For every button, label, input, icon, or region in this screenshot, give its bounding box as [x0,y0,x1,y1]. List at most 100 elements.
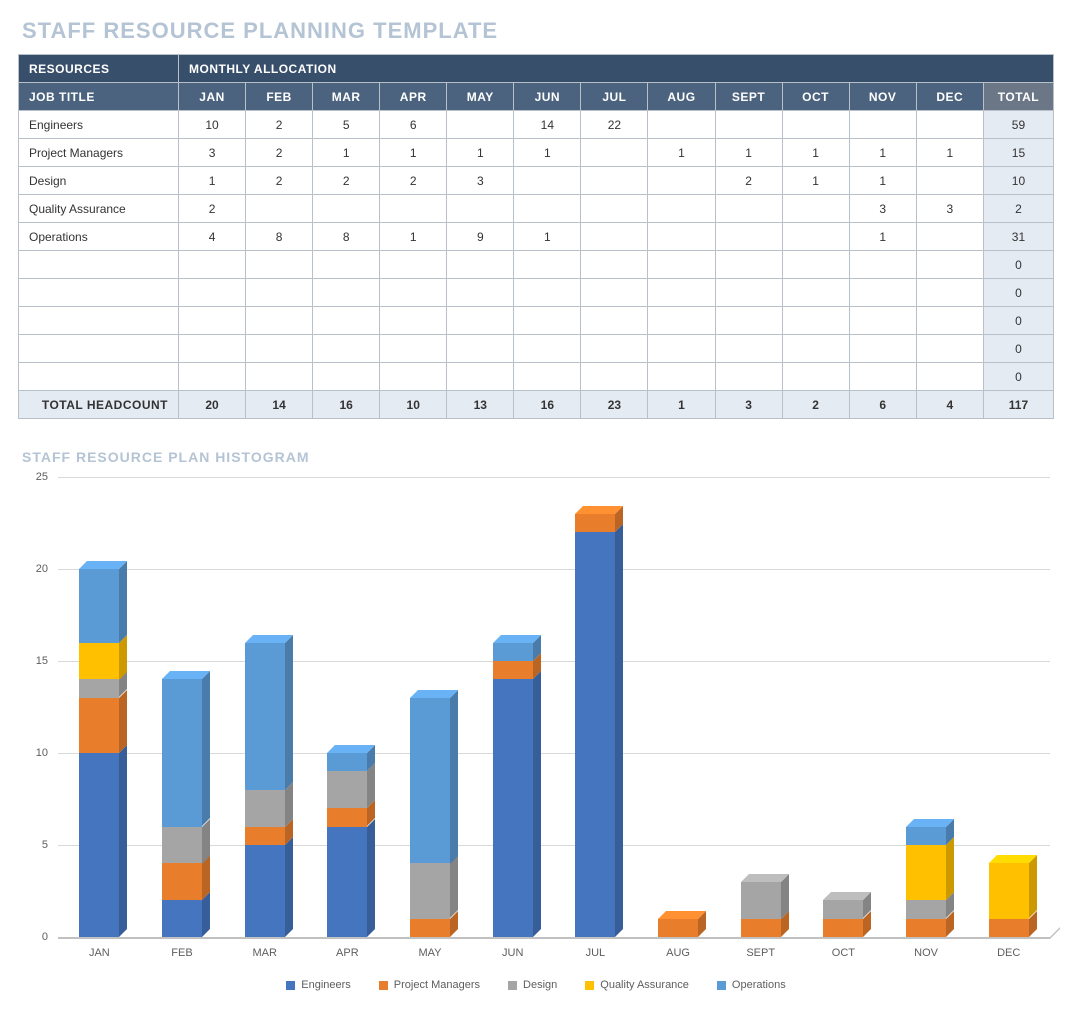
bar-segment [410,863,450,918]
bar-segment [79,679,119,697]
x-axis-label: AUG [637,947,720,959]
legend-item: Engineers [286,979,351,991]
bar-segment [162,900,202,937]
job-title-cell: Project Managers [19,139,179,167]
bar-segment [79,753,119,937]
bar-segment [79,698,119,753]
value-cell [648,111,715,139]
chart-plot-area: 0510152025 [18,477,1054,937]
footer-grand-total: 117 [983,391,1053,419]
bar-segment [79,569,119,643]
job-title-cell [19,335,179,363]
bar-segment [906,900,946,918]
value-cell [581,223,648,251]
header-month: SEPT [715,83,782,111]
value-cell [581,251,648,279]
row-total-cell: 0 [983,363,1053,391]
value-cell: 3 [849,195,916,223]
legend-swatch [508,981,517,990]
header-month: APR [380,83,447,111]
bar-segment [823,900,863,918]
stacked-bar [658,919,698,937]
value-cell: 1 [916,139,983,167]
table-row: 0 [19,335,1054,363]
table-row: Project Managers3211111111115 [19,139,1054,167]
value-cell: 5 [313,111,380,139]
bar-column [223,477,306,937]
value-cell: 2 [246,139,313,167]
stacked-bar [989,863,1029,937]
row-total-cell: 59 [983,111,1053,139]
value-cell [715,251,782,279]
header-month: OCT [782,83,849,111]
value-cell: 1 [380,223,447,251]
footer-value-cell: 13 [447,391,514,419]
bar-column [719,477,802,937]
value-cell [313,251,380,279]
row-total-cell: 0 [983,307,1053,335]
value-cell: 1 [849,167,916,195]
table-row: Engineers10256142259 [19,111,1054,139]
bars-container [58,477,1050,937]
value-cell [246,279,313,307]
bar-column [554,477,637,937]
value-cell: 22 [581,111,648,139]
value-cell: 1 [782,139,849,167]
legend-label: Quality Assurance [600,979,689,991]
value-cell [916,111,983,139]
footer-value-cell: 16 [313,391,380,419]
value-cell: 4 [179,223,246,251]
value-cell: 1 [447,139,514,167]
bar-segment [327,753,367,771]
value-cell [313,335,380,363]
table-footer-row: TOTAL HEADCOUNT 2014161013162313264117 [19,391,1054,419]
value-cell: 1 [313,139,380,167]
value-cell [782,251,849,279]
table-row: Quality Assurance2332 [19,195,1054,223]
bar-segment [575,532,615,937]
value-cell [447,111,514,139]
bar-column [58,477,141,937]
bar-segment [989,919,1029,937]
value-cell [380,307,447,335]
chart: 0510152025 JANFEBMARAPRMAYJUNJULAUGSEPTO… [18,477,1054,991]
value-cell: 1 [849,223,916,251]
value-cell [514,279,581,307]
value-cell [782,363,849,391]
value-cell: 2 [715,167,782,195]
bar-segment [245,643,285,790]
value-cell [179,335,246,363]
header-month: JAN [179,83,246,111]
header-month: MAR [313,83,380,111]
x-axis-label: APR [306,947,389,959]
value-cell [648,251,715,279]
value-cell [715,111,782,139]
bar-segment [245,845,285,937]
x-axis-label: JUL [554,947,637,959]
page-title: STAFF RESOURCE PLANNING TEMPLATE [22,18,1056,44]
legend-swatch [379,981,388,990]
value-cell [380,251,447,279]
legend-item: Project Managers [379,979,480,991]
value-cell [514,307,581,335]
row-total-cell: 0 [983,279,1053,307]
bar-segment [989,863,1029,918]
bar-segment [493,661,533,679]
value-cell [782,223,849,251]
bar-column [471,477,554,937]
header-month: JUN [514,83,581,111]
value-cell [514,167,581,195]
legend-swatch [286,981,295,990]
table-row: 0 [19,251,1054,279]
footer-label: TOTAL HEADCOUNT [19,391,179,419]
value-cell: 8 [313,223,380,251]
header-monthly-allocation: MONTHLY ALLOCATION [179,55,1054,83]
bar-column [306,477,389,937]
footer-value-cell: 10 [380,391,447,419]
footer-value-cell: 16 [514,391,581,419]
value-cell [514,195,581,223]
value-cell [179,307,246,335]
value-cell [581,307,648,335]
value-cell: 2 [179,195,246,223]
table-body: Engineers10256142259Project Managers3211… [19,111,1054,391]
